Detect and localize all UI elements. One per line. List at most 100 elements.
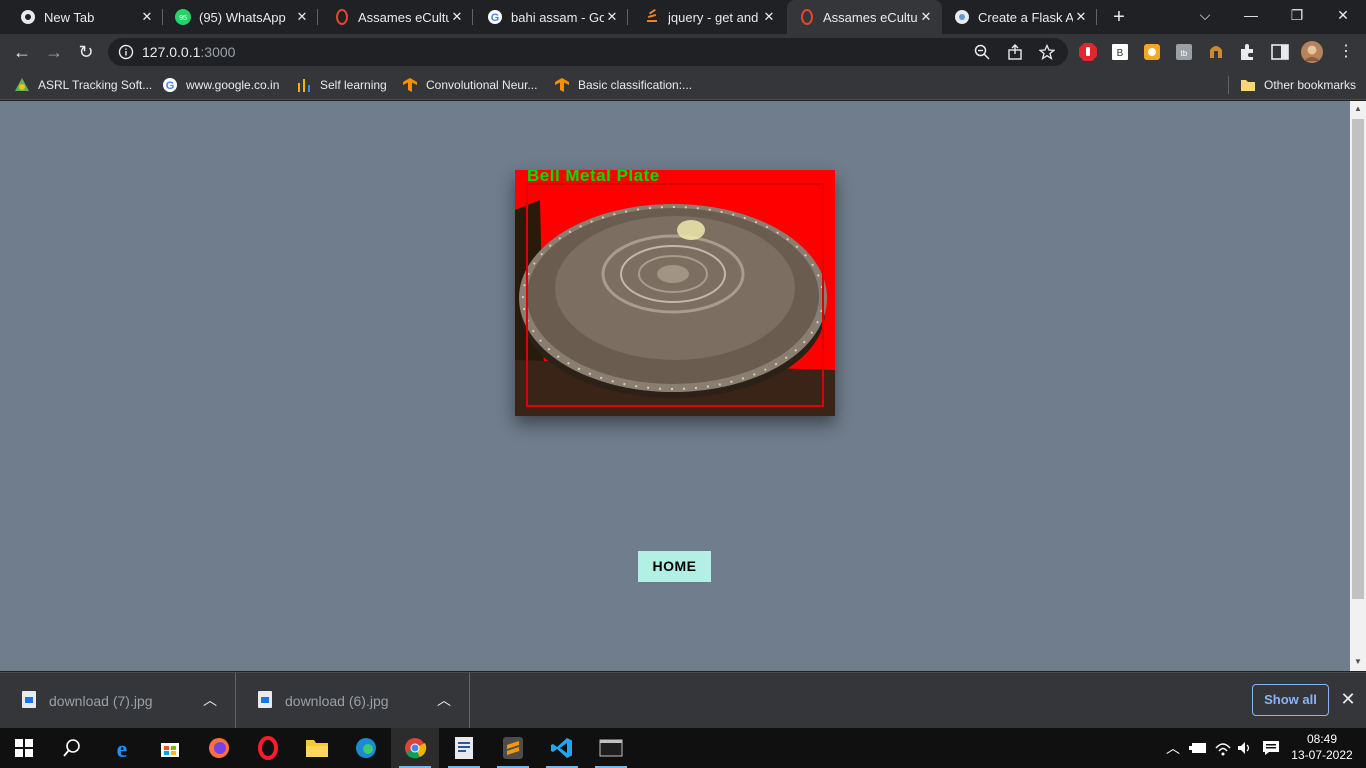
download-item[interactable]: download (6).jpg ︿ bbox=[236, 673, 470, 729]
bookmarks-divider bbox=[1228, 76, 1229, 94]
bookmark-item[interactable]: ASRL Tracking Soft... bbox=[14, 76, 152, 94]
address-bar[interactable]: 127.0.0.1:3000 bbox=[108, 38, 1068, 66]
chevron-up-icon[interactable]: ︿ bbox=[1166, 738, 1180, 758]
download-shelf: download (7).jpg ︿ download (6).jpg ︿ Sh… bbox=[0, 672, 1366, 729]
browser-toolbar: ← → ↻ 127.0.0.1:3000 B tb ⋮ bbox=[0, 34, 1366, 70]
bookmark-label: Self learning bbox=[320, 78, 387, 92]
bookmark-item[interactable]: Basic classification:... bbox=[554, 76, 692, 94]
other-bookmarks[interactable]: Other bookmarks bbox=[1240, 76, 1356, 94]
zoom-icon[interactable] bbox=[974, 44, 990, 60]
helmet-extension-icon[interactable] bbox=[1206, 42, 1226, 62]
tab-flask[interactable]: Create a Flask Ap ✕ bbox=[942, 0, 1097, 34]
tab-assames-eculture-active[interactable]: Assames eCulture ✕ bbox=[787, 0, 942, 34]
download-filename: download (7).jpg bbox=[49, 693, 153, 709]
search-button[interactable] bbox=[48, 728, 96, 768]
opera-icon bbox=[258, 736, 278, 760]
tb-extension-icon[interactable]: tb bbox=[1174, 42, 1194, 62]
chrome-icon bbox=[21, 10, 35, 24]
notification-icon[interactable] bbox=[1262, 740, 1280, 756]
taskbar-edge-legacy[interactable]: e bbox=[98, 728, 146, 768]
windows-logo-icon bbox=[15, 739, 33, 757]
tab-strip: New Tab ✕ 95 (95) WhatsApp ✕ Assames eCu… bbox=[0, 0, 1366, 34]
bookmark-item[interactable]: Self learning bbox=[296, 76, 387, 94]
taskbar-edge[interactable] bbox=[342, 728, 390, 768]
taskbar-firefox[interactable] bbox=[195, 728, 243, 768]
opera-like-icon bbox=[801, 9, 813, 25]
share-icon[interactable] bbox=[1007, 44, 1023, 60]
taskbar-store[interactable] bbox=[146, 728, 194, 768]
page-scrollbar[interactable]: ▲ ▼ bbox=[1350, 101, 1366, 671]
scrollbar-thumb[interactable] bbox=[1352, 119, 1364, 599]
tab-assames-eculture[interactable]: Assames eCulture ✕ bbox=[318, 0, 473, 34]
honey-extension-icon[interactable] bbox=[1142, 42, 1162, 62]
download-item[interactable]: download (7).jpg ︿ bbox=[0, 673, 236, 729]
close-icon[interactable]: ✕ bbox=[604, 9, 620, 25]
taskbar-opera[interactable] bbox=[244, 728, 292, 768]
star-icon[interactable] bbox=[1039, 44, 1055, 60]
restore-button[interactable]: ❐ bbox=[1274, 0, 1320, 32]
close-icon[interactable]: ✕ bbox=[449, 9, 465, 25]
image-file-icon bbox=[258, 691, 272, 708]
tab-whatsapp[interactable]: 95 (95) WhatsApp ✕ bbox=[163, 0, 318, 34]
close-window-button[interactable]: ✕ bbox=[1320, 0, 1366, 32]
taskbar-chrome[interactable] bbox=[391, 728, 439, 768]
chevron-up-icon[interactable]: ︿ bbox=[203, 690, 217, 710]
tab-title: jquery - get and f bbox=[668, 9, 761, 25]
back-arrow-icon[interactable]: ← bbox=[10, 40, 34, 64]
battery-icon[interactable] bbox=[1189, 741, 1207, 755]
menu-kebab-icon[interactable]: ⋮ bbox=[1334, 40, 1358, 64]
scroll-down-icon[interactable]: ▼ bbox=[1354, 657, 1362, 666]
terminal-icon bbox=[599, 739, 623, 757]
svg-text:tb: tb bbox=[1181, 49, 1188, 58]
scroll-up-icon[interactable]: ▲ bbox=[1354, 104, 1362, 113]
stackoverflow-icon bbox=[647, 9, 657, 22]
close-icon[interactable]: ✕ bbox=[761, 9, 777, 25]
tab-search-chevron-icon[interactable]: ⌵ bbox=[1182, 0, 1228, 32]
bookmark-item[interactable]: G www.google.co.in bbox=[162, 76, 279, 94]
info-icon[interactable] bbox=[118, 44, 134, 60]
show-all-button[interactable]: Show all bbox=[1252, 684, 1329, 716]
bell-metal-plate-image bbox=[515, 170, 835, 416]
bookmark-item[interactable]: Convolutional Neur... bbox=[402, 76, 537, 94]
minimize-button[interactable]: — bbox=[1228, 0, 1274, 32]
system-clock[interactable]: 08:49 13-07-2022 bbox=[1290, 731, 1354, 763]
close-icon[interactable]: ✕ bbox=[294, 9, 310, 25]
page-viewport: Bell Metal Plate HOME bbox=[0, 101, 1350, 671]
close-icon[interactable]: ✕ bbox=[1073, 9, 1089, 25]
close-icon[interactable]: ✕ bbox=[1338, 689, 1358, 709]
tab-new-tab[interactable]: New Tab ✕ bbox=[0, 0, 163, 34]
taskbar-terminal[interactable] bbox=[587, 728, 635, 768]
new-tab-button[interactable]: + bbox=[1108, 6, 1130, 28]
profile-avatar[interactable] bbox=[1301, 41, 1323, 63]
volume-icon[interactable] bbox=[1237, 740, 1253, 756]
bookmark-label: Basic classification:... bbox=[578, 78, 693, 92]
forward-arrow-icon[interactable]: → bbox=[42, 40, 66, 64]
extensions-puzzle-icon[interactable] bbox=[1238, 42, 1258, 62]
folder-icon bbox=[306, 740, 328, 757]
tab-bahi-assam[interactable]: G bahi assam - Goo ✕ bbox=[473, 0, 628, 34]
start-button[interactable] bbox=[0, 728, 48, 768]
tab-jquery[interactable]: jquery - get and f ✕ bbox=[628, 0, 785, 34]
side-panel-icon[interactable] bbox=[1270, 42, 1290, 62]
adblock-icon[interactable] bbox=[1078, 42, 1098, 62]
reload-icon[interactable]: ↻ bbox=[74, 40, 98, 64]
google-icon: G bbox=[163, 78, 177, 92]
document-editor-icon bbox=[455, 737, 473, 759]
tab-separator bbox=[1096, 9, 1097, 25]
taskbar-vscode[interactable] bbox=[538, 728, 586, 768]
edge-legacy-icon: e bbox=[117, 737, 128, 760]
wifi-icon[interactable] bbox=[1214, 740, 1232, 756]
close-icon[interactable]: ✕ bbox=[918, 9, 934, 25]
url-text: 127.0.0.1:3000 bbox=[142, 44, 235, 60]
bookmark-label: www.google.co.in bbox=[186, 78, 280, 92]
bookmark-extension-icon[interactable]: B bbox=[1110, 42, 1130, 62]
home-button[interactable]: HOME bbox=[638, 551, 711, 582]
chevron-up-icon[interactable]: ︿ bbox=[437, 690, 451, 710]
url-port: :3000 bbox=[200, 44, 236, 60]
taskbar-text-editor[interactable] bbox=[440, 728, 488, 768]
taskbar-file-explorer[interactable] bbox=[293, 728, 341, 768]
bookmarks-bar: ASRL Tracking Soft... G www.google.co.in… bbox=[0, 70, 1366, 100]
download-filename: download (6).jpg bbox=[285, 693, 389, 709]
taskbar-sublime-text[interactable] bbox=[489, 728, 537, 768]
close-icon[interactable]: ✕ bbox=[139, 9, 155, 25]
